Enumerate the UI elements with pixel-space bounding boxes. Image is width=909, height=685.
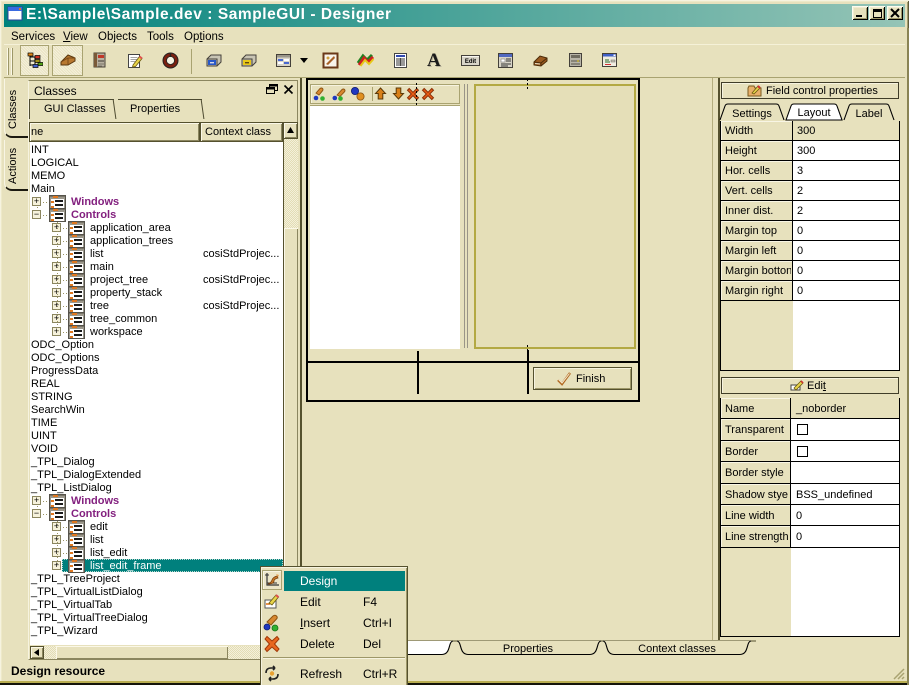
svg-text:Settings: Settings [732, 108, 772, 120]
svg-text:Properties: Properties [503, 643, 554, 655]
svg-text:Label: Label [856, 108, 883, 120]
svg-text:Edit: Edit [465, 59, 476, 65]
svg-text:Context classes: Context classes [638, 643, 716, 655]
svg-text:Layout: Layout [797, 107, 830, 119]
